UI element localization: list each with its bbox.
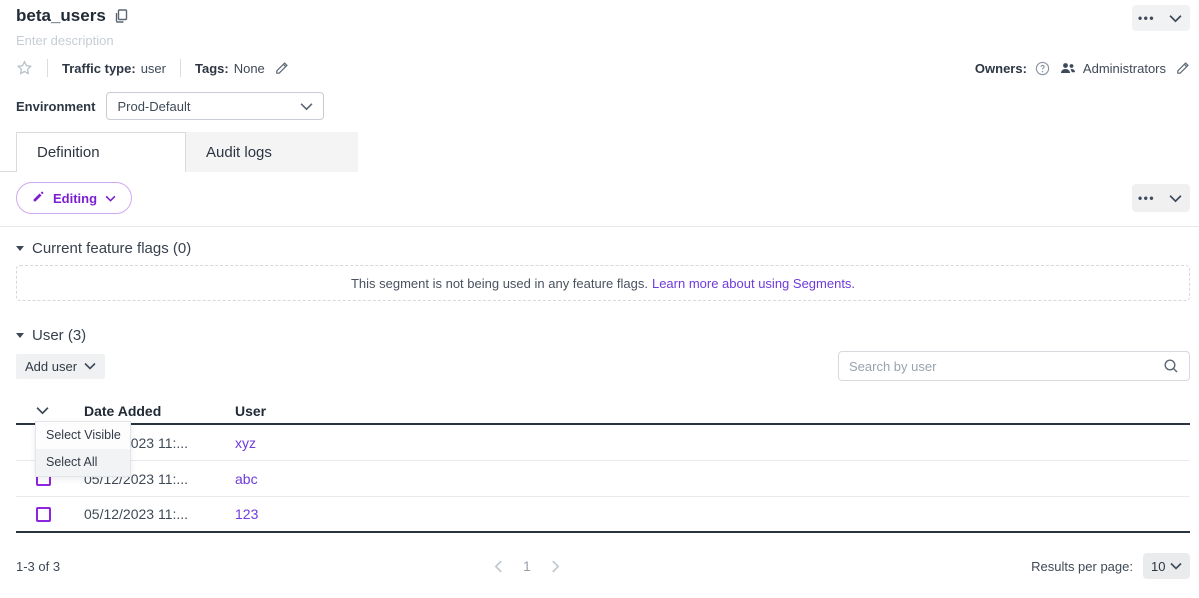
- add-user-button[interactable]: Add user: [16, 354, 105, 379]
- user-link[interactable]: 123: [235, 506, 258, 522]
- chevron-down-icon: [1170, 562, 1182, 570]
- menu-item-select-visible[interactable]: Select Visible: [36, 422, 130, 449]
- search-input[interactable]: [849, 359, 1163, 374]
- environment-label: Environment: [16, 99, 95, 114]
- editing-label: Editing: [53, 191, 97, 206]
- segment-detail-page: beta_users ••• Enter description Traffic…: [0, 0, 1199, 598]
- environment-selected-value: Prod-Default: [117, 99, 190, 114]
- more-options-button[interactable]: •••: [1132, 5, 1161, 31]
- more-options-button[interactable]: •••: [1132, 184, 1161, 212]
- table-row: 05/12/2023 11:... xyz: [16, 425, 1190, 461]
- description-placeholder[interactable]: Enter description: [16, 33, 1190, 48]
- chevron-down-icon: [84, 362, 96, 370]
- environment-row: Environment Prod-Default: [16, 92, 1190, 120]
- table-row: 05/12/2023 11:... abc: [16, 461, 1190, 497]
- edit-owners-icon[interactable]: [1175, 61, 1190, 76]
- editing-button[interactable]: Editing: [16, 182, 132, 214]
- tab-definition[interactable]: Definition: [16, 132, 186, 172]
- table-row: 05/12/2023 11:... 123: [16, 497, 1190, 533]
- traffic-type-label: Traffic type:: [62, 61, 136, 76]
- learn-more-link[interactable]: Learn more about using Segments.: [652, 276, 855, 291]
- results-per-page-label: Results per page:: [1031, 559, 1133, 574]
- editing-row: Editing •••: [16, 182, 1190, 214]
- tags-label: Tags:: [195, 61, 229, 76]
- collapse-button[interactable]: [1161, 184, 1190, 212]
- pager: 1: [494, 558, 560, 574]
- user-table: Date Added User Select Visible Select Al…: [16, 398, 1190, 533]
- owners-value: Administrators: [1083, 61, 1166, 76]
- select-all-chevron-icon[interactable]: [36, 406, 49, 415]
- current-page-number[interactable]: 1: [523, 558, 531, 574]
- next-page-icon[interactable]: [551, 560, 560, 573]
- star-icon[interactable]: [16, 60, 33, 76]
- copy-icon[interactable]: [114, 9, 128, 23]
- column-header-date[interactable]: Date Added: [84, 403, 235, 419]
- search-icon[interactable]: [1163, 358, 1179, 374]
- divider: [180, 59, 181, 77]
- collapse-triangle-icon: [16, 333, 24, 338]
- section-divider: [0, 226, 1199, 227]
- more-options-icon: •••: [1138, 191, 1155, 205]
- user-search-box: [838, 351, 1190, 381]
- user-link[interactable]: xyz: [235, 435, 256, 451]
- tags-value: None: [234, 61, 265, 76]
- results-per-page-select[interactable]: 10: [1143, 553, 1190, 579]
- user-controls-row: Add user: [16, 351, 1190, 381]
- feature-flags-section-title: Current feature flags (0): [32, 240, 191, 257]
- column-header-user[interactable]: User: [235, 403, 1190, 419]
- tab-label: Audit logs: [206, 144, 272, 161]
- tab-bar: Definition Audit logs: [0, 132, 1190, 172]
- title-row: beta_users: [16, 6, 1190, 26]
- user-section-header[interactable]: User (3): [16, 327, 1190, 344]
- collapse-triangle-icon: [16, 246, 24, 251]
- more-options-icon: •••: [1138, 11, 1155, 25]
- edit-tags-icon[interactable]: [274, 61, 289, 76]
- owners-label: Owners:: [975, 61, 1027, 76]
- prev-page-icon[interactable]: [494, 560, 503, 573]
- users-icon: [1060, 62, 1076, 75]
- results-per-page-group: Results per page: 10: [1031, 553, 1190, 579]
- environment-select[interactable]: Prod-Default: [106, 92, 324, 120]
- select-menu-dropdown: Select Visible Select All: [35, 421, 131, 477]
- menu-item-select-all[interactable]: Select All: [36, 449, 130, 476]
- feature-flags-section: Current feature flags (0) This segment i…: [16, 240, 1190, 301]
- help-circle-icon[interactable]: [1035, 61, 1050, 76]
- chevron-down-icon: [300, 102, 313, 111]
- add-user-label: Add user: [25, 359, 77, 374]
- empty-message: This segment is not being used in any fe…: [351, 276, 648, 291]
- chevron-down-icon: [105, 195, 116, 202]
- user-link[interactable]: abc: [235, 471, 258, 487]
- row-checkbox[interactable]: [36, 507, 51, 522]
- traffic-type-value: user: [141, 61, 166, 76]
- tab-audit-logs[interactable]: Audit logs: [186, 132, 358, 172]
- divider: [47, 59, 48, 77]
- tab-label: Definition: [37, 144, 100, 161]
- header-actions: •••: [1132, 5, 1190, 31]
- definition-actions: •••: [1132, 184, 1190, 212]
- empty-feature-flags-box: This segment is not being used in any fe…: [16, 265, 1190, 301]
- results-per-page-value: 10: [1151, 559, 1165, 574]
- user-section: User (3) Add user Date: [16, 327, 1190, 580]
- chevron-down-icon: [1169, 191, 1182, 206]
- feature-flags-section-header[interactable]: Current feature flags (0): [16, 240, 1190, 257]
- page-title: beta_users: [16, 6, 106, 26]
- meta-row: Traffic type: user Tags: None Owners: Ad…: [16, 59, 1190, 77]
- results-range: 1-3 of 3: [16, 559, 60, 574]
- owners-group: Owners: Administrators: [975, 61, 1190, 76]
- table-header-row: Date Added User: [16, 398, 1190, 425]
- collapse-header-button[interactable]: [1161, 5, 1190, 31]
- pagination-row: 1-3 of 3 1 Results per page: 10: [16, 552, 1190, 580]
- user-section-title: User (3): [32, 327, 86, 344]
- pencil-icon: [32, 190, 45, 206]
- row-date: 05/12/2023 11:...: [84, 506, 235, 522]
- chevron-down-icon: [1169, 11, 1182, 26]
